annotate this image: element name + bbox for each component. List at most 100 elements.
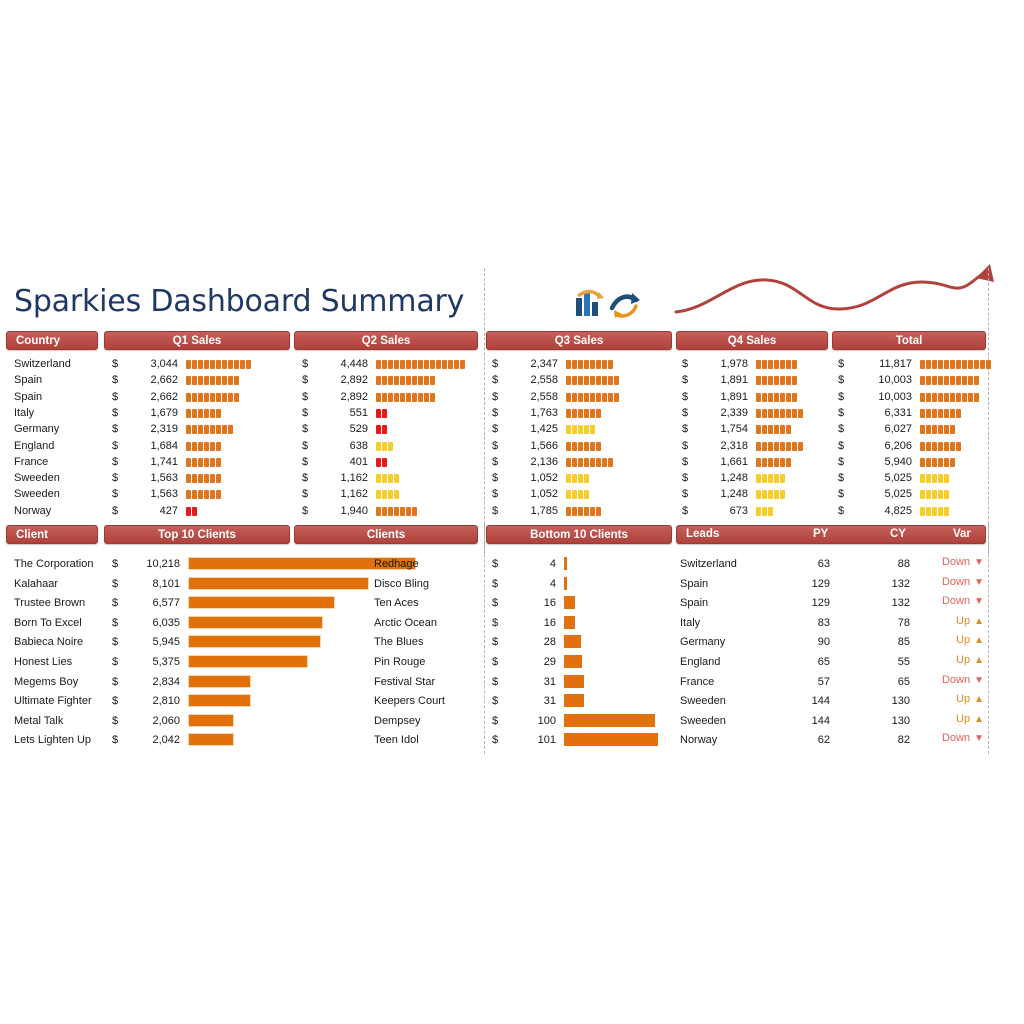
header-clients[interactable]: Clients [294, 525, 478, 544]
sparkline-block [920, 408, 925, 418]
sparkline-block [578, 490, 583, 500]
header-clients-label: Clients [366, 528, 406, 541]
header-q3[interactable]: Q3 Sales [486, 331, 672, 350]
sparkline-blocks [376, 490, 399, 500]
triangle-up-icon: ▲ [974, 655, 984, 666]
sparkline-block [430, 360, 435, 369]
sparkline-block [246, 360, 251, 369]
sales-value: 2,558 [530, 374, 558, 387]
sparkline-block [572, 360, 577, 369]
sparkline-block [768, 376, 773, 386]
sparkline-blocks [920, 441, 961, 451]
sparkline-block [382, 408, 387, 418]
sparkline-block [596, 360, 601, 369]
sparkline-block [756, 474, 761, 484]
sparkline-blocks [186, 506, 197, 516]
top-client-bar [188, 733, 234, 747]
sparkline-block [756, 425, 761, 435]
client-name: The Blues [374, 636, 424, 649]
sparkline-block [388, 490, 393, 500]
sparkline-block [590, 506, 595, 516]
header-var-label: Var [953, 528, 971, 540]
sparkline-blocks [186, 425, 233, 435]
bottom-client-bar [564, 733, 658, 747]
sparkline-blocks [920, 490, 949, 500]
sparkline-block [388, 376, 393, 386]
sparkline-block [572, 392, 577, 402]
sparkline-block [756, 408, 761, 418]
sales-value: 1,162 [340, 488, 368, 501]
header-leads-strip[interactable]: Leads PY CY Var [676, 525, 986, 544]
sparkline-block [602, 457, 607, 467]
client-value: 29 [543, 656, 556, 668]
sparkline-block [950, 457, 955, 467]
header-country[interactable]: Country [6, 331, 98, 350]
sparkline-block [792, 408, 797, 418]
header-bottom10[interactable]: Bottom 10 Clients [486, 525, 672, 544]
sparkline-block [216, 360, 221, 369]
sales-value: 529 [349, 423, 368, 436]
sparkline-block [382, 441, 387, 451]
currency-symbol: $ [838, 455, 845, 468]
lead-py: 57 [817, 675, 830, 688]
sparkline-blocks [920, 376, 979, 386]
sparkline-block [222, 392, 227, 402]
variance-label: Down [941, 556, 971, 568]
sparkline-block [932, 490, 937, 500]
sparkline-block [210, 441, 215, 451]
sparkline-block [596, 408, 601, 418]
sparkline-block [578, 392, 583, 402]
sparkline-block [962, 376, 967, 386]
sparkline-block [780, 441, 785, 451]
currency-symbol: $ [838, 439, 845, 452]
sparkline-block [216, 474, 221, 484]
lead-py: 129 [811, 597, 830, 610]
page-title: Sparkies Dashboard Summary [14, 284, 465, 319]
sparkline-block [204, 376, 209, 386]
sparkline-block [388, 392, 393, 402]
header-q4[interactable]: Q4 Sales [676, 331, 828, 350]
sparkline-blocks [756, 474, 785, 484]
sparkline-blocks [186, 408, 221, 418]
sparkline-block [596, 392, 601, 402]
client-name: The Corporation [14, 558, 94, 570]
sparkline-block [584, 490, 589, 500]
sales-value: 2,339 [720, 406, 748, 419]
sales-value: 5,025 [884, 488, 912, 501]
sparkline-block [926, 441, 931, 451]
lead-country: Spain [680, 577, 709, 590]
sparkline-block [578, 457, 583, 467]
country-name: Germany [14, 423, 60, 436]
sparkline-block [926, 425, 931, 435]
header-top10[interactable]: Top 10 Clients [104, 525, 290, 544]
sparkline-block [932, 474, 937, 484]
sparkline-block [406, 360, 411, 369]
sparkline-block [228, 376, 233, 386]
sparkline-block [590, 425, 595, 435]
sparkline-blocks [756, 441, 803, 451]
currency-symbol: $ [838, 374, 845, 387]
sales-value: 2,892 [340, 390, 368, 403]
header-q2[interactable]: Q2 Sales [294, 331, 478, 350]
sparkline-block [608, 376, 613, 386]
sparkline-block [228, 425, 233, 435]
sales-value: 2,662 [150, 390, 178, 403]
sparkline-block [394, 392, 399, 402]
client-value: 8,101 [152, 577, 180, 590]
lead-country: Switzerland [680, 558, 737, 570]
sparkline-block [572, 490, 577, 500]
sparkline-block [944, 457, 949, 467]
sparkline-block [566, 392, 571, 402]
variance-indicator: Up ▲ [912, 693, 984, 705]
variance-indicator: Down ▼ [912, 576, 984, 588]
header-icons [572, 288, 652, 322]
header-client[interactable]: Client [6, 525, 98, 544]
sparkline-block [920, 474, 925, 484]
variance-indicator: Down ▼ [912, 732, 984, 744]
lead-py: 144 [811, 695, 830, 708]
header-total[interactable]: Total [832, 331, 986, 350]
sparkline-block [944, 425, 949, 435]
header-q1[interactable]: Q1 Sales [104, 331, 290, 350]
client-name: Lets Lighten Up [14, 734, 92, 747]
sales-value: 2,662 [150, 374, 178, 387]
